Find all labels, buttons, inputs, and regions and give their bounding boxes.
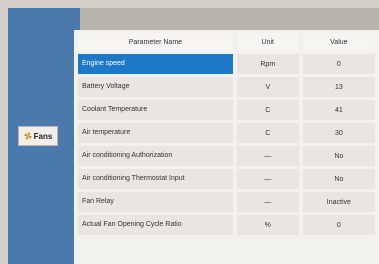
parameter-name: Actual Fan Opening Cycle Ratio (78, 215, 233, 235)
header-value[interactable]: Value (302, 33, 375, 51)
parameter-name: Battery Voltage (78, 77, 233, 97)
parameter-unit: C (236, 100, 299, 120)
parameter-value: 0 (302, 215, 375, 235)
parameter-value: 0 (302, 54, 375, 74)
fans-button[interactable]: Fans (18, 126, 58, 146)
table-header-row: Parameter Name Unit Value (78, 33, 375, 51)
parameter-unit: — (236, 146, 299, 166)
parameter-name: Engine speed (78, 54, 233, 74)
parameter-name: Air conditioning Thermostat Input (78, 169, 233, 189)
header-parameter-name[interactable]: Parameter Name (78, 33, 233, 51)
parameter-unit: % (236, 215, 299, 235)
parameter-table: Parameter Name Unit Value Engine speed R… (74, 30, 379, 238)
parameter-value: 13 (302, 77, 375, 97)
parameter-name: Fan Relay (78, 192, 233, 212)
table-row[interactable]: Battery Voltage V 13 (78, 77, 375, 97)
table-row[interactable]: Fan Relay — Inactive (78, 192, 375, 212)
table-row[interactable]: Air temperature C 30 (78, 123, 375, 143)
header-unit[interactable]: Unit (236, 33, 299, 51)
top-bar (80, 8, 379, 30)
table-row[interactable]: Actual Fan Opening Cycle Ratio % 0 (78, 215, 375, 235)
parameter-unit: — (236, 192, 299, 212)
screen: Fans Parameter Name Unit Value Engine sp… (0, 0, 379, 264)
parameter-value: No (302, 146, 375, 166)
parameter-value: Inactive (302, 192, 375, 212)
fans-label: Fans (33, 131, 53, 141)
parameter-name: Coolant Temperature (78, 100, 233, 120)
parameter-unit: Rpm (236, 54, 299, 74)
parameter-value: 30 (302, 123, 375, 143)
parameter-unit: — (236, 169, 299, 189)
parameter-name: Air conditioning Authorization (78, 146, 233, 166)
parameter-value: 41 (302, 100, 375, 120)
table-row[interactable]: Engine speed Rpm 0 (78, 54, 375, 74)
table-row[interactable]: Air conditioning Authorization — No (78, 146, 375, 166)
parameter-unit: V (236, 77, 299, 97)
fan-icon (24, 132, 32, 140)
table-row[interactable]: Coolant Temperature C 41 (78, 100, 375, 120)
parameter-value: No (302, 169, 375, 189)
table-row[interactable]: Air conditioning Thermostat Input — No (78, 169, 375, 189)
parameter-name: Air temperature (78, 123, 233, 143)
parameter-unit: C (236, 123, 299, 143)
parameter-table-area: Parameter Name Unit Value Engine speed R… (74, 30, 379, 264)
